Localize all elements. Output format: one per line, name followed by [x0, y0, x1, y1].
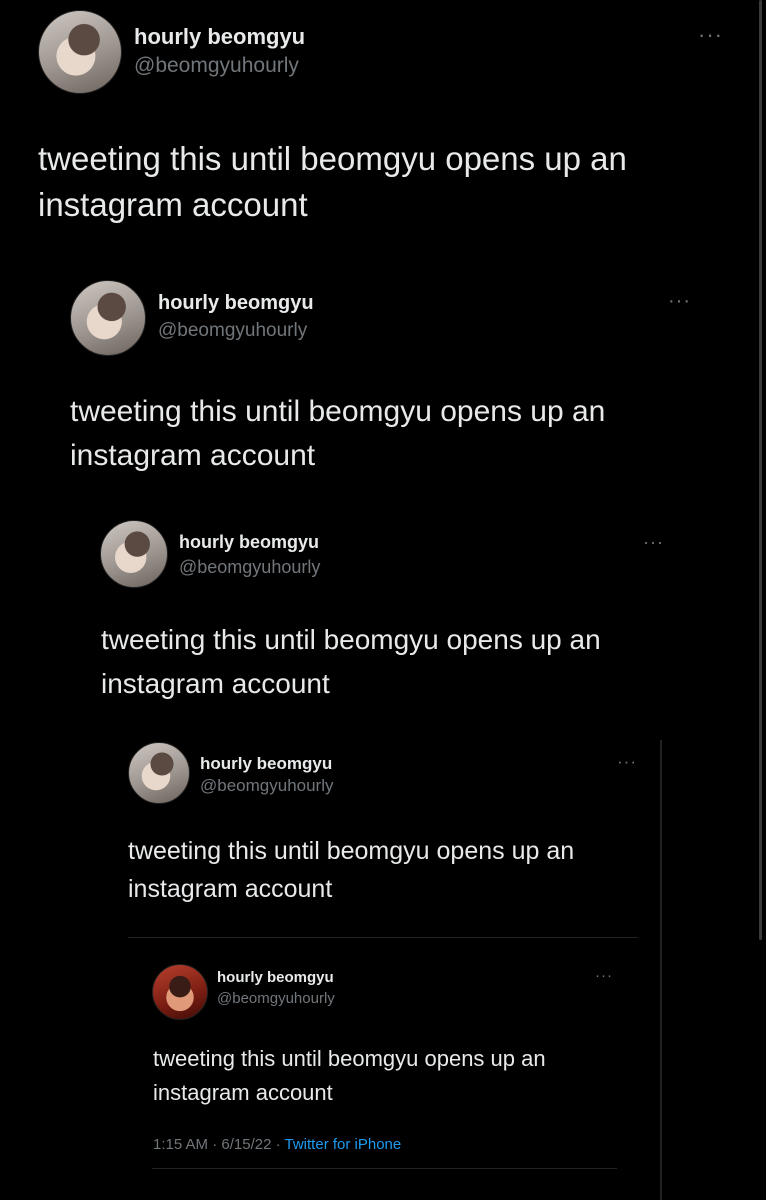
tweet-time[interactable]: 1:15 AM — [153, 1136, 208, 1153]
tweet-text-line: tweeting this until beomgyu opens up an — [38, 140, 627, 177]
tweet-text: tweeting this until beomgyu opens up an … — [70, 390, 720, 478]
separator-dot: · — [275, 1136, 285, 1153]
tweet-text-line: instagram account — [101, 668, 330, 699]
tweet-text-line: instagram account — [38, 186, 308, 223]
username-handle[interactable]: @beomgyuhourly — [158, 320, 307, 342]
tweet-meta: 1:15 AM · 6/15/22 · Twitter for iPhone — [153, 1136, 401, 1153]
divider — [152, 1168, 617, 1169]
display-name[interactable]: hourly beomgyu — [200, 754, 332, 774]
display-name[interactable]: hourly beomgyu — [217, 969, 334, 986]
more-options-icon[interactable]: ··· — [643, 532, 664, 553]
username-handle[interactable]: @beomgyuhourly — [200, 776, 334, 796]
tweet-text: tweeting this until beomgyu opens up an … — [101, 618, 721, 706]
tweet-2[interactable]: hourly beomgyu @beomgyuhourly ··· tweeti… — [0, 270, 766, 490]
tweet-text-line: tweeting this until beomgyu opens up an — [70, 395, 606, 428]
username-handle[interactable]: @beomgyuhourly — [134, 54, 299, 78]
separator-dot: · — [212, 1136, 222, 1153]
avatar[interactable] — [100, 520, 168, 588]
tweet-text-line: instagram account — [153, 1080, 333, 1105]
tweet-text-line: instagram account — [128, 875, 333, 903]
tweet-text: tweeting this until beomgyu opens up an … — [128, 832, 648, 908]
tweet-date[interactable]: 6/15/22 — [221, 1136, 271, 1153]
more-options-icon[interactable]: ··· — [698, 22, 723, 48]
display-name[interactable]: hourly beomgyu — [158, 292, 314, 315]
avatar[interactable] — [128, 742, 190, 804]
more-options-icon[interactable]: ··· — [617, 752, 637, 772]
tweet-source-link[interactable]: Twitter for iPhone — [285, 1136, 402, 1153]
tweet-1[interactable]: hourly beomgyu @beomgyuhourly ··· tweeti… — [0, 0, 766, 260]
tweet-text-line: tweeting this until beomgyu opens up an — [101, 624, 601, 655]
tweet-text: tweeting this until beomgyu opens up an … — [153, 1042, 633, 1110]
tweet-3[interactable]: hourly beomgyu @beomgyuhourly ··· tweeti… — [0, 512, 766, 712]
display-name[interactable]: hourly beomgyu — [179, 532, 319, 553]
avatar[interactable] — [70, 280, 146, 356]
tweet-text-line: tweeting this until beomgyu opens up an — [128, 837, 575, 865]
username-handle[interactable]: @beomgyuhourly — [179, 557, 320, 578]
tweet-4[interactable]: hourly beomgyu @beomgyuhourly ··· tweeti… — [0, 734, 766, 924]
avatar[interactable] — [38, 10, 122, 94]
divider — [128, 937, 638, 938]
more-options-icon[interactable]: ··· — [668, 290, 691, 313]
tweet-text: tweeting this until beomgyu opens up an … — [38, 136, 738, 228]
more-options-icon[interactable]: ··· — [595, 967, 613, 984]
tweet-5[interactable]: hourly beomgyu @beomgyuhourly ··· tweeti… — [0, 952, 766, 1172]
tweet-text-line: tweeting this until beomgyu opens up an — [153, 1046, 546, 1071]
avatar[interactable] — [152, 964, 208, 1020]
username-handle[interactable]: @beomgyuhourly — [217, 990, 335, 1007]
tweet-text-line: instagram account — [70, 439, 316, 472]
display-name[interactable]: hourly beomgyu — [134, 24, 305, 50]
